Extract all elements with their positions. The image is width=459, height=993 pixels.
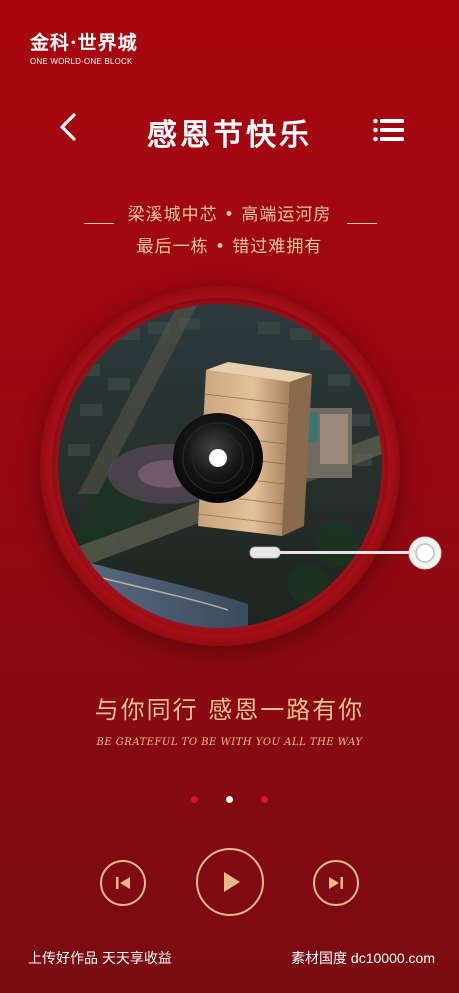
- previous-button[interactable]: [100, 860, 146, 906]
- next-button[interactable]: [313, 860, 359, 906]
- play-icon: [224, 872, 240, 892]
- brand-subtitle: ONE WORLD·ONE BLOCK: [30, 57, 133, 66]
- tonearm-head: [249, 546, 281, 559]
- page-dot-1[interactable]: [191, 796, 198, 803]
- footer-right-text: 素材国度 dc10000.com: [291, 950, 435, 966]
- skip-previous-icon: [116, 877, 130, 889]
- slogan-english: BE GRATEFUL TO BE WITH YOU ALL THE WAY: [96, 737, 363, 748]
- top-nav: 感恩节快乐: [0, 104, 459, 154]
- record-disc-photo[interactable]: [58, 304, 382, 628]
- tagline-line-1: 梁溪城中芯 • 高端运河房: [127, 205, 332, 225]
- page-dot-2-active[interactable]: [226, 796, 233, 803]
- page-indicator: [0, 796, 459, 803]
- tagline-line-2: 最后一栋 • 错过难拥有: [136, 237, 323, 257]
- footer-left-text: 上传好作品 天天享收益: [28, 950, 172, 966]
- brand-title: 金科·世界城: [30, 32, 138, 54]
- aerial-building-photo: [58, 304, 382, 628]
- hamburger-menu-icon: [373, 118, 404, 142]
- footer-watermark: 上传好作品 天天享收益 素材国度 dc10000.com: [0, 948, 459, 968]
- playback-controls: [0, 848, 459, 918]
- menu-button[interactable]: [373, 118, 405, 142]
- record-player: [40, 286, 400, 646]
- tonearm[interactable]: [248, 536, 444, 572]
- tagline-rule-left: [84, 223, 114, 224]
- tonearm-bar: [278, 551, 412, 554]
- skip-next-icon: [329, 877, 343, 889]
- tagline-rule-right: [347, 223, 377, 224]
- slogan: 与你同行 感恩一路有你 BE GRATEFUL TO BE WITH YOU A…: [0, 690, 459, 748]
- tagline: 梁溪城中芯 • 高端运河房 最后一栋 • 错过难拥有: [0, 200, 459, 257]
- slogan-chinese: 与你同行 感恩一路有你: [94, 696, 365, 724]
- play-button[interactable]: [196, 848, 264, 916]
- brand-logo: 金科·世界城 ONE WORLD·ONE BLOCK: [30, 28, 138, 66]
- page-dot-3[interactable]: [261, 796, 268, 803]
